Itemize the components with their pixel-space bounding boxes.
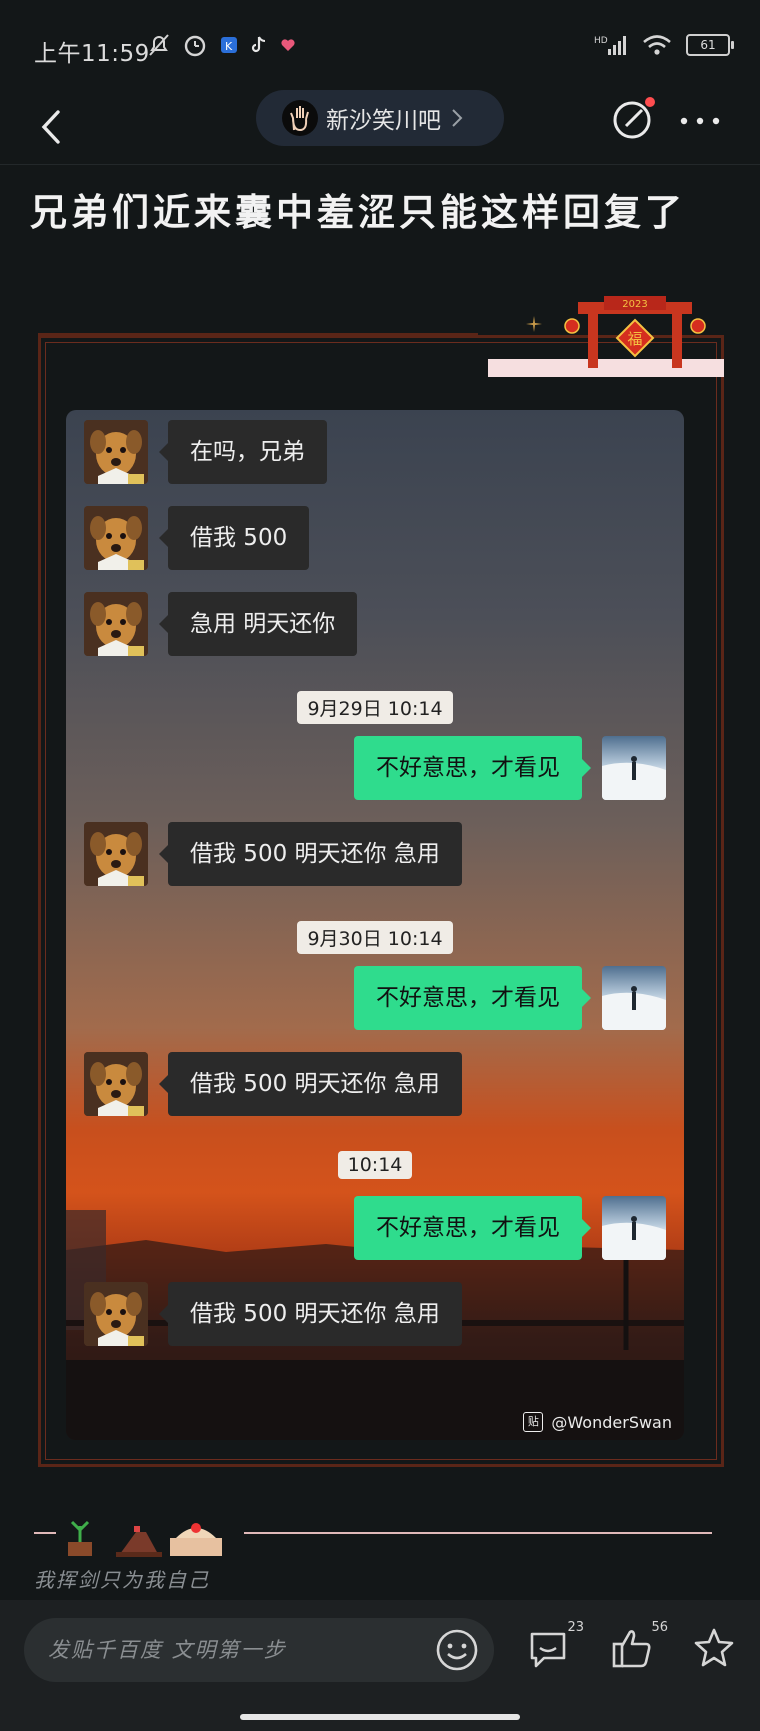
incoming-message: 急用 明天还你 (66, 592, 684, 656)
user-avatar[interactable] (602, 1196, 666, 1260)
forum-name: 新沙笑川吧 (326, 108, 441, 134)
hat-icon (116, 1526, 162, 1557)
favorite-button[interactable] (692, 1626, 740, 1674)
back-button[interactable] (30, 102, 80, 152)
home-indicator[interactable] (240, 1714, 520, 1720)
status-bar: 上午11:59 K HD 61 (0, 0, 760, 90)
dog-avatar[interactable] (84, 1282, 148, 1346)
gate-fu: 福 (627, 330, 642, 348)
incoming-message: 借我 500 (66, 506, 684, 570)
signal-icon: HD (594, 36, 626, 55)
message-bubble[interactable]: 借我 500 明天还你 急用 (159, 1282, 462, 1346)
notification-dot (645, 97, 655, 107)
like-count: 56 (651, 1620, 668, 1635)
user-signature: 我挥剑只为我自己 (34, 1568, 210, 1592)
comment-icon (530, 1632, 566, 1668)
user-avatar[interactable] (602, 966, 666, 1030)
signature-line-left (34, 1532, 56, 1534)
incoming-message: 借我 500 明天还你 急用 (66, 1052, 684, 1116)
alarm-icon (184, 35, 206, 57)
outgoing-message: 不好意思，才看见 (66, 966, 684, 1030)
forum-link[interactable]: 新沙笑川吧 (256, 90, 504, 146)
bottom-action-bar: 发贴千百度 文明第一步 23 56 (0, 1600, 760, 1731)
dog-avatar[interactable] (84, 506, 148, 570)
gate-year: 2023 (622, 299, 647, 310)
wifi-icon (643, 35, 671, 55)
message-bubble[interactable]: 在吗，兄弟 (159, 420, 327, 484)
message-bubble[interactable]: 急用 明天还你 (158, 592, 358, 656)
dog-avatar[interactable] (84, 822, 148, 886)
message-bubble[interactable]: 借我 500 明天还你 急用 (159, 822, 462, 886)
notification-icons: K (148, 32, 296, 58)
network-label: HD (594, 36, 608, 46)
outgoing-message: 不好意思，才看见 (66, 1196, 684, 1260)
message-bubble[interactable]: 借我 500 (158, 506, 310, 570)
mute-bell-icon (149, 34, 169, 56)
dog-avatar[interactable] (84, 1052, 148, 1116)
comment-placeholder: 发贴千百度 文明第一步 (48, 1638, 287, 1662)
dog-avatar[interactable] (84, 420, 148, 484)
top-nav: 新沙笑川吧 (0, 90, 760, 164)
chevron-right-icon (452, 109, 463, 127)
comment-count: 23 (567, 1620, 584, 1635)
hand-icon (290, 106, 309, 132)
tiktok-icon (251, 36, 266, 53)
sparkle-icon (526, 316, 542, 332)
message-bubble[interactable]: 借我 500 明天还你 急用 (159, 1052, 462, 1116)
incoming-message: 借我 500 明天还你 急用 (66, 822, 684, 886)
header-divider (0, 164, 760, 165)
sprout-icon (68, 1520, 92, 1556)
post-title: 兄弟们近来囊中羞涩只能这样回复了 (30, 191, 686, 234)
timestamp-text: 9月30日 10:14 (297, 921, 453, 954)
svg-text:K: K (225, 40, 233, 53)
star-icon (694, 1628, 734, 1667)
emoji-button[interactable] (434, 1627, 480, 1673)
dog-avatar[interactable] (84, 592, 148, 656)
message-bubble[interactable]: 不好意思，才看见 (354, 1196, 591, 1260)
message-bubble[interactable]: 不好意思，才看见 (354, 966, 591, 1030)
system-icons: HD 61 (594, 34, 734, 56)
chat-timestamp: 9月30日 10:14 (66, 921, 684, 954)
chat-screenshot-image[interactable]: 在吗，兄弟 借我 500 急用 明天还你 9月29日 10:14 不好意思，才看见 借我 … (66, 410, 684, 1440)
signature-line-right (244, 1532, 712, 1534)
edit-button[interactable] (610, 96, 656, 142)
message-bubble[interactable]: 不好意思，才看见 (354, 736, 591, 800)
new-year-gate-icon: 2023 福 (564, 296, 706, 368)
app-k-icon: K (221, 37, 237, 53)
cake-icon (170, 1523, 222, 1556)
heart-icon (281, 39, 295, 51)
outgoing-message: 不好意思，才看见 (66, 736, 684, 800)
watermark-text: @WonderSwan (551, 1412, 672, 1432)
timestamp-text: 9月29日 10:14 (297, 691, 453, 724)
status-time: 上午11:59 (34, 41, 150, 67)
forum-avatar (282, 100, 318, 136)
watermark: 贴 @WonderSwan (523, 1412, 672, 1432)
tieba-logo-icon: 贴 (523, 1412, 544, 1432)
comment-button[interactable]: 23 (526, 1620, 584, 1674)
thumbs-up-icon (612, 1630, 651, 1668)
chat-timestamp: 10:14 (66, 1151, 684, 1179)
chat-timestamp: 9月29日 10:14 (66, 691, 684, 724)
incoming-message: 在吗，兄弟 (66, 420, 684, 484)
battery-icon: 61 (686, 34, 734, 56)
incoming-message: 借我 500 明天还你 急用 (66, 1282, 684, 1346)
like-button[interactable]: 56 (610, 1620, 668, 1674)
more-options-button[interactable] (678, 106, 722, 136)
timestamp-text: 10:14 (337, 1151, 413, 1179)
user-avatar[interactable] (602, 736, 666, 800)
